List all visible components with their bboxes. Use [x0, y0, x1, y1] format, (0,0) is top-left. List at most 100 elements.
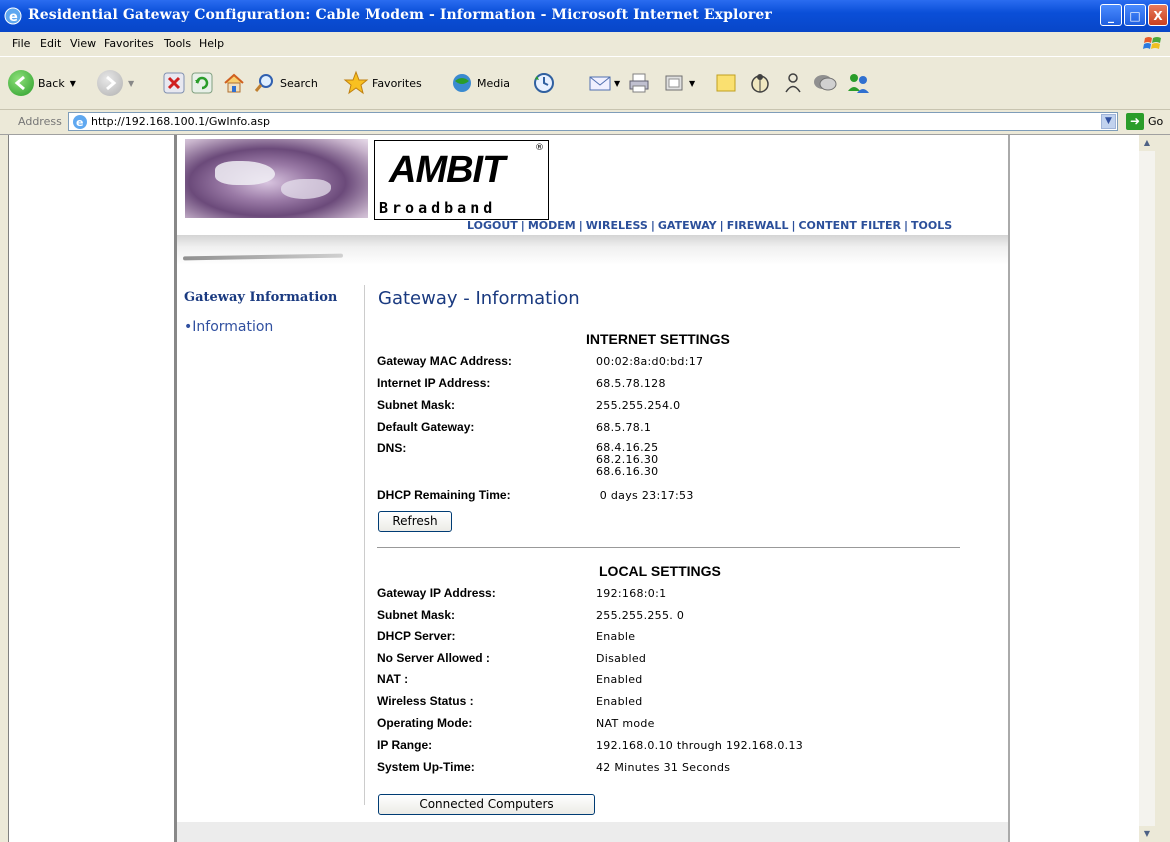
scroll-up-icon[interactable]: ▲ — [1139, 135, 1155, 151]
wireless-status-value: Enabled — [596, 695, 643, 708]
forward-arrow-icon — [97, 70, 123, 96]
messenger-button[interactable] — [781, 69, 805, 97]
svg-text:e: e — [9, 10, 18, 25]
ambit-logo: AMBIT ® Broadband — [374, 140, 549, 220]
menu-edit[interactable]: Edit — [40, 37, 61, 50]
internet-ip-label: Internet IP Address: — [377, 376, 491, 390]
research-button[interactable] — [748, 69, 772, 97]
refresh-page-button[interactable] — [191, 69, 213, 97]
dns-value: 68.4.16.25 68.2.16.30 68.6.16.30 — [596, 441, 659, 478]
star-icon — [343, 70, 369, 95]
page-content: AMBIT ® Broadband LOGOUT | MODEM | WIRELESS |… — [174, 135, 1010, 842]
nav-separator: | — [520, 219, 525, 232]
address-url: http://192.168.100.1/GwInfo.asp — [91, 115, 270, 128]
mail-dropdown-icon[interactable]: ▼ — [614, 79, 620, 88]
column-divider — [364, 285, 365, 805]
dhcp-server-label: DHCP Server: — [377, 629, 456, 643]
chat-button[interactable] — [812, 69, 838, 97]
note-icon — [716, 74, 736, 92]
print-icon — [629, 73, 649, 93]
users-button[interactable] — [846, 69, 872, 97]
local-subnet-value: 255.255.255. 0 — [596, 609, 685, 622]
local-subnet-label: Subnet Mask: — [377, 608, 456, 622]
go-button[interactable]: Go — [1148, 115, 1163, 128]
address-label: Address — [18, 115, 62, 128]
nav-wireless[interactable]: WIRELESS — [586, 219, 648, 232]
ie-icon: e — [4, 7, 22, 25]
favorites-label: Favorites — [372, 76, 422, 90]
nav-content-filter[interactable]: CONTENT FILTER — [798, 219, 900, 232]
nav-logout[interactable]: LOGOUT — [467, 219, 518, 232]
home-icon — [224, 73, 244, 93]
search-icon — [254, 74, 273, 92]
forward-button[interactable]: ▼ — [97, 69, 134, 97]
globe-banner-image — [185, 139, 368, 218]
favorites-button[interactable]: Favorites — [343, 69, 422, 97]
dhcp-server-value: Enable — [596, 630, 636, 643]
connected-computers-button[interactable]: Connected Computers — [378, 794, 595, 815]
go-arrow-icon[interactable]: ➜ — [1126, 113, 1144, 130]
edit-page-icon — [665, 75, 683, 91]
globe-landmass — [215, 161, 275, 185]
edit-dropdown-icon[interactable]: ▼ — [689, 79, 695, 88]
maximize-button[interactable]: □ — [1124, 4, 1146, 26]
close-button[interactable]: X — [1148, 4, 1168, 26]
print-button[interactable] — [627, 69, 651, 97]
nav-separator: | — [578, 219, 583, 232]
no-server-allowed-label: No Server Allowed : — [377, 651, 490, 665]
nav-tools[interactable]: TOOLS — [911, 219, 952, 232]
nav-firewall[interactable]: FIREWALL — [727, 219, 789, 232]
menu-view[interactable]: View — [70, 37, 96, 50]
standard-toolbar: Back ▼ ▼ Search Favorites Media ▼ ▼ — [0, 57, 1170, 110]
nat-label: NAT : — [377, 672, 409, 686]
address-bar: Address e http://192.168.100.1/GwInfo.as… — [0, 110, 1170, 135]
scroll-down-icon[interactable]: ▼ — [1139, 826, 1155, 842]
page-ie-icon: e — [73, 115, 87, 129]
local-settings-heading: LOCAL SETTINGS — [599, 563, 721, 579]
registered-mark: ® — [535, 143, 544, 153]
address-dropdown-icon[interactable]: ▼ — [1101, 114, 1116, 129]
vertical-scrollbar[interactable]: ▲ ▼ — [1139, 135, 1155, 842]
chat-icon — [814, 75, 837, 91]
media-label: Media — [477, 76, 511, 90]
menu-file[interactable]: File — [12, 37, 30, 50]
back-arrow-icon — [8, 70, 34, 96]
back-button[interactable]: Back ▼ — [8, 69, 76, 97]
person-icon — [785, 73, 801, 93]
minimize-button[interactable]: _ — [1100, 4, 1122, 26]
bug-icon — [751, 74, 769, 93]
nav-modem[interactable]: MODEM — [528, 219, 576, 232]
home-button[interactable] — [222, 69, 246, 97]
nav-separator: | — [650, 219, 655, 232]
leftnav-item-information[interactable]: •Information — [184, 319, 273, 335]
history-button[interactable] — [532, 69, 556, 97]
search-button[interactable]: Search — [253, 69, 318, 97]
swoosh-line — [182, 253, 344, 261]
nav-separator: | — [903, 219, 908, 232]
menu-tools[interactable]: Tools — [164, 37, 191, 50]
media-icon — [453, 74, 471, 92]
mail-button[interactable]: ▼ — [588, 69, 620, 97]
users-icon — [848, 74, 869, 93]
menu-help[interactable]: Help — [199, 37, 224, 50]
back-label: Back — [38, 76, 65, 90]
window-title-bar: e Residential Gateway Configuration: Cab… — [0, 0, 1170, 32]
gateway-ip-value: 192:168:0:1 — [596, 587, 667, 600]
back-dropdown-icon[interactable]: ▼ — [70, 79, 76, 88]
stop-button[interactable] — [163, 69, 185, 97]
address-input[interactable]: e http://192.168.100.1/GwInfo.asp ▼ — [68, 112, 1118, 131]
leftnav-heading[interactable]: Gateway Information — [184, 290, 337, 305]
refresh-button[interactable]: Refresh — [378, 511, 452, 532]
edit-button[interactable]: ▼ — [663, 69, 695, 97]
internet-subnet-label: Subnet Mask: — [377, 398, 456, 412]
forward-dropdown-icon[interactable]: ▼ — [128, 79, 134, 88]
logo-tagline: Broadband — [379, 199, 497, 217]
discuss-button[interactable] — [714, 69, 738, 97]
mail-icon — [589, 76, 611, 91]
search-label: Search — [280, 76, 318, 90]
media-button[interactable]: Media — [450, 69, 510, 97]
ip-range-value: 192.168.0.10 through 192.168.0.13 — [596, 739, 804, 752]
menu-favorites[interactable]: Favorites — [104, 37, 154, 50]
nav-gateway[interactable]: GATEWAY — [658, 219, 717, 232]
system-uptime-label: System Up-Time: — [377, 760, 475, 774]
